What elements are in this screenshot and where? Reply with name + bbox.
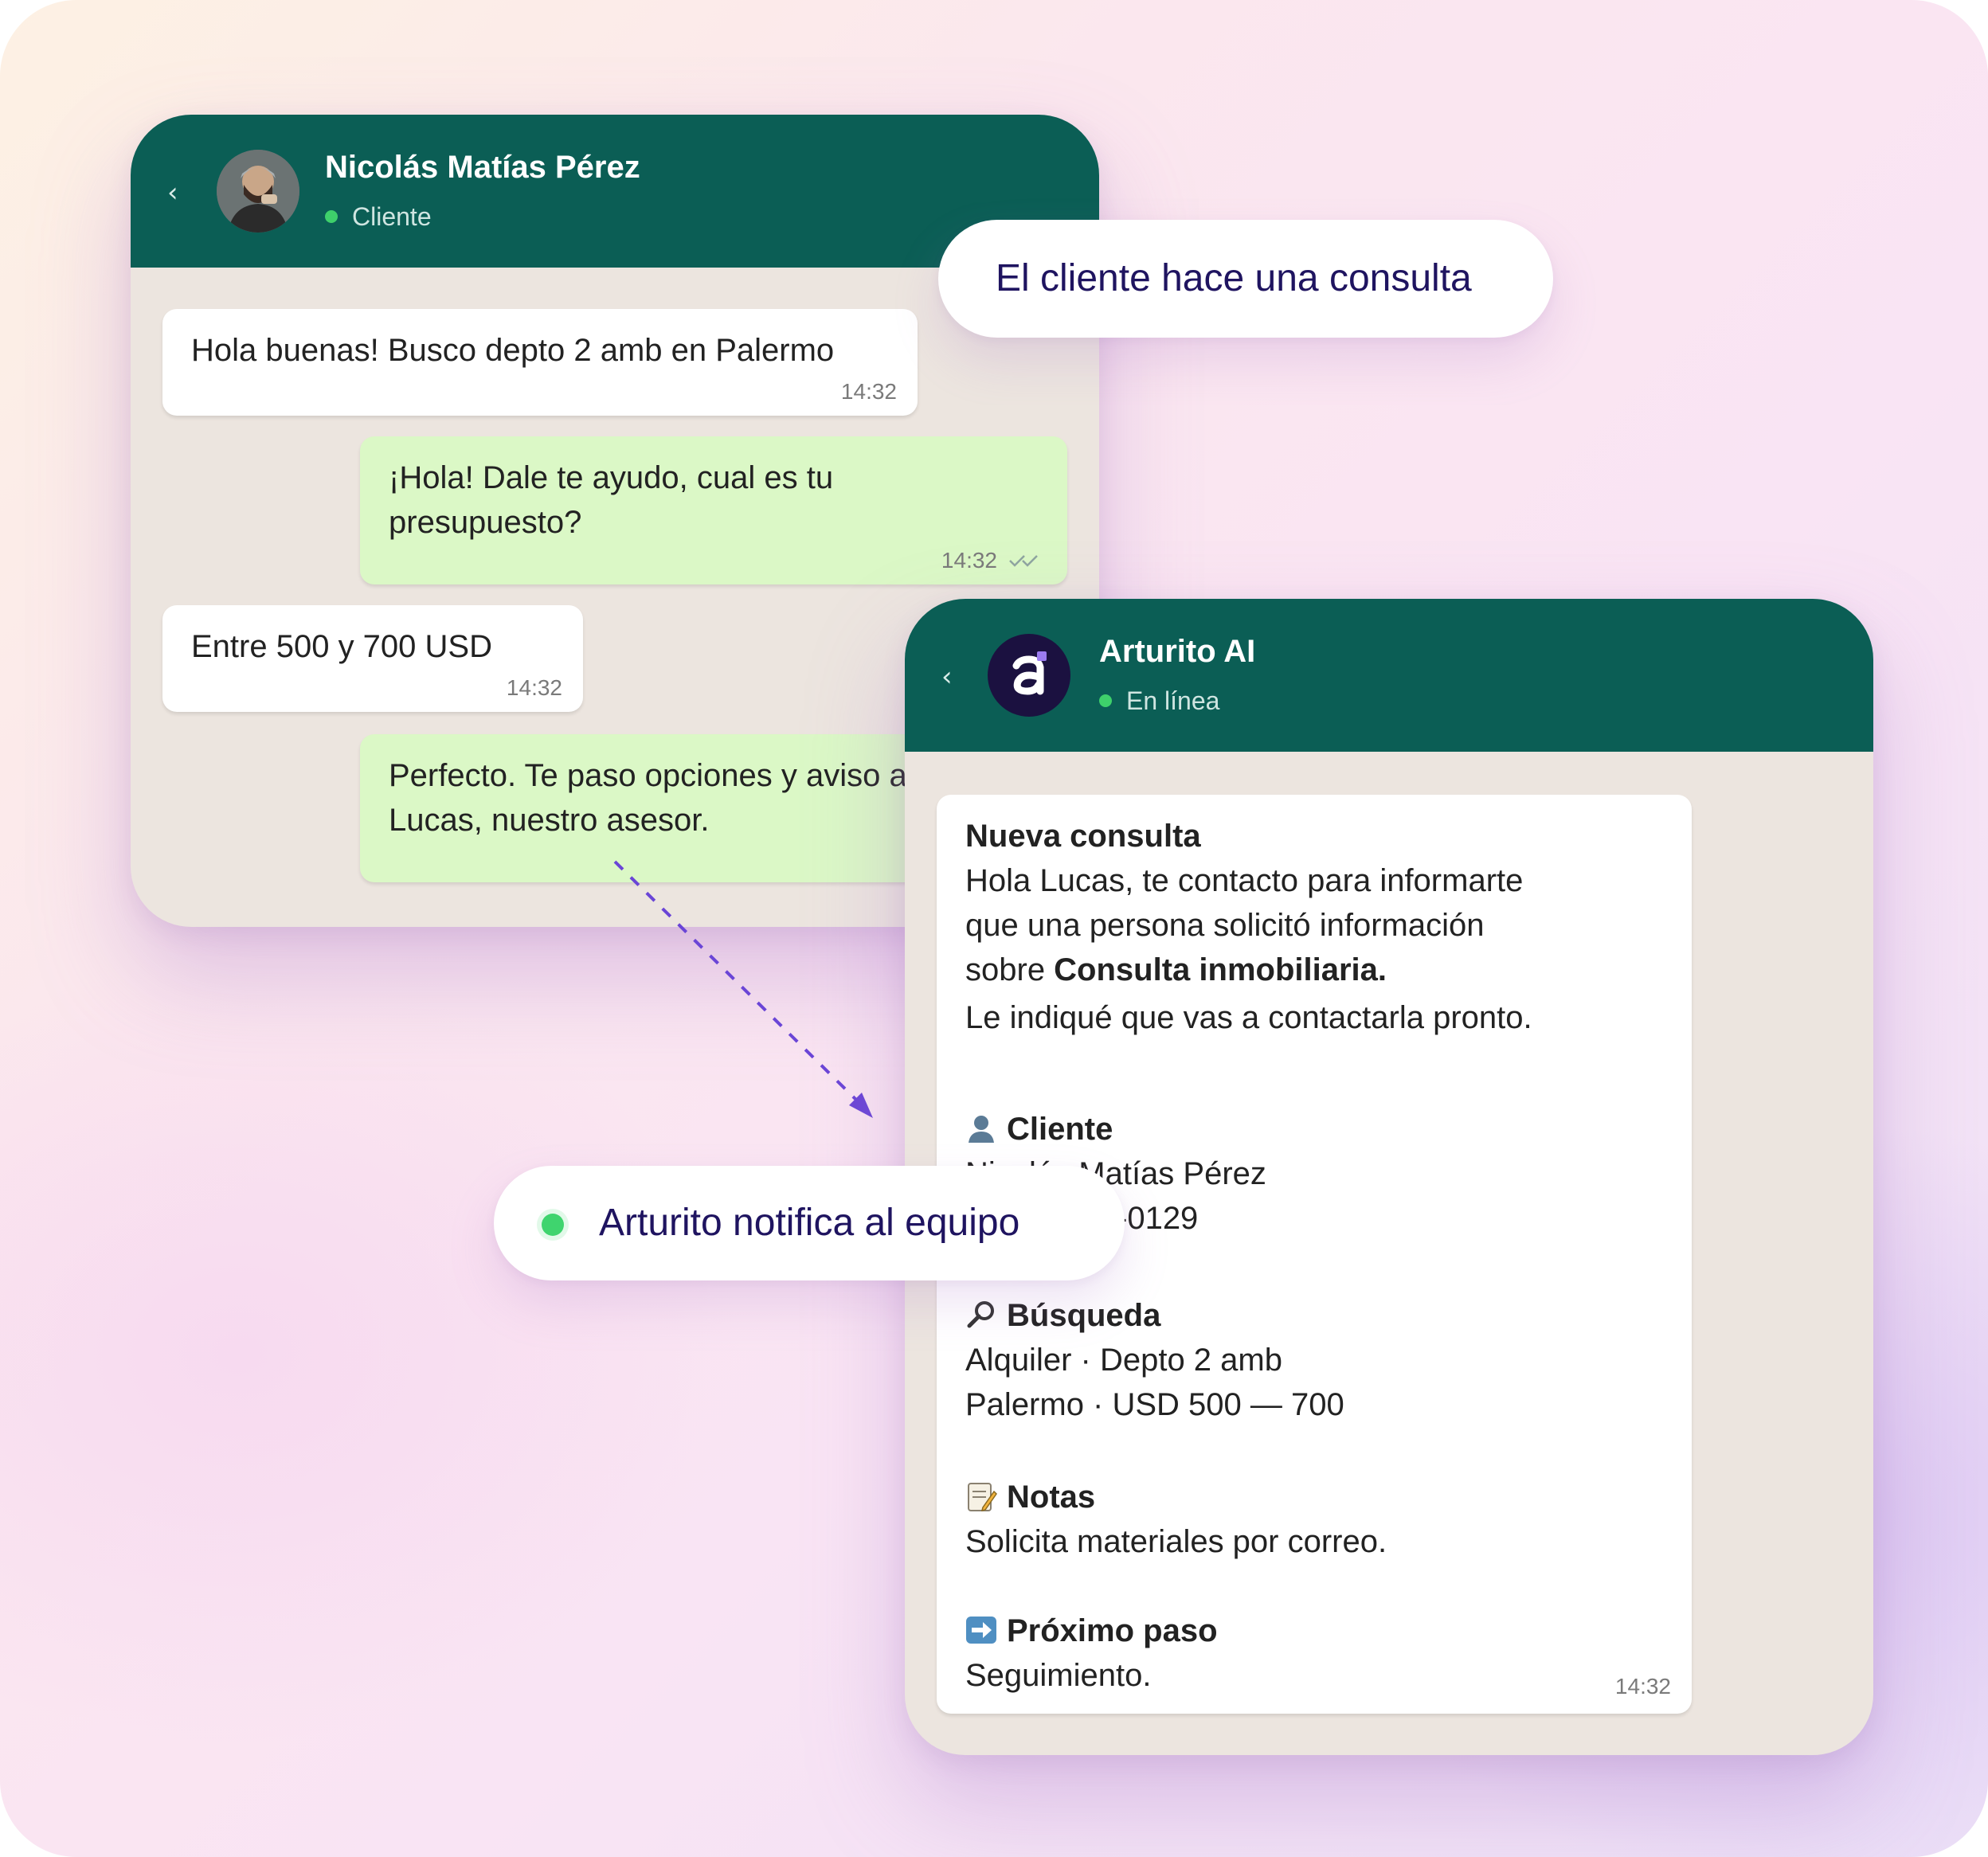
search-detail: Palermo · USD 500 — 700 xyxy=(965,1387,1344,1422)
notification-intro: Hola Lucas, te contacto para informarte xyxy=(965,863,1524,898)
status-dot-icon xyxy=(542,1214,564,1236)
message-time: 14:32 xyxy=(941,548,997,573)
client-section-heading: Cliente xyxy=(965,1107,1113,1151)
bot-status: En línea xyxy=(1099,685,1219,717)
message-incoming[interactable]: Entre 500 y 700 USD 14:32 xyxy=(162,605,583,712)
client-status: Cliente xyxy=(325,201,432,233)
message-text-line: Perfecto. Te paso opciones y aviso a xyxy=(389,758,907,793)
search-detail: Alquiler · Depto 2 amb xyxy=(965,1343,1282,1378)
bot-chat-header: ‹ Arturito AI En línea xyxy=(905,599,1873,752)
arturito-logo-icon xyxy=(1012,651,1047,695)
person-icon xyxy=(969,1116,994,1143)
background-canvas: ‹ Nicolás Matías Pérez Cliente Hola buen… xyxy=(0,0,1988,1857)
memo-icon xyxy=(968,1483,997,1512)
notes-text: Solicita materiales por correo. xyxy=(965,1524,1387,1559)
message-text: Hola buenas! Busco depto 2 amb en Palerm… xyxy=(191,333,835,368)
right-arrow-icon xyxy=(966,1617,996,1644)
bot-contact-name: Arturito AI xyxy=(1099,634,1256,669)
double-check-icon xyxy=(1009,555,1038,567)
client-query-text: El cliente hace una consulta xyxy=(996,257,1472,299)
online-dot-icon xyxy=(325,210,338,223)
message-text-line: presupuesto? xyxy=(389,505,582,540)
arturito-logo[interactable] xyxy=(988,634,1070,717)
next-step-text: Seguimiento. xyxy=(965,1658,1152,1693)
client-contact-name: Nicolás Matías Pérez xyxy=(325,150,640,185)
message-time: 14:32 xyxy=(840,379,897,404)
message-text: Entre 500 y 700 USD xyxy=(191,629,492,664)
inquiry-type: Consulta inmobiliaria. xyxy=(1054,952,1387,987)
online-dot-icon xyxy=(1099,694,1112,707)
message-incoming[interactable]: Hola buenas! Busco depto 2 amb en Palerm… xyxy=(162,309,918,416)
client-status-label: Cliente xyxy=(352,201,432,231)
message-outgoing[interactable]: ¡Hola! Dale te ayudo, cual es tu presupu… xyxy=(360,436,1067,584)
search-section-heading: Búsqueda xyxy=(965,1293,1160,1338)
team-notify-text: Arturito notifica al equipo xyxy=(599,1202,1020,1244)
notification-title: Nueva consulta xyxy=(965,819,1201,854)
message-text-line: Lucas, nuestro asesor. xyxy=(389,803,710,838)
notification-intro: que una persona solicitó información xyxy=(965,908,1485,943)
client-phone: -0129 xyxy=(1117,1201,1199,1236)
notes-section-heading: Notas xyxy=(965,1475,1095,1519)
next-step-section-heading: Próximo paso xyxy=(965,1609,1218,1653)
notification-intro: sobre Consulta inmobiliaria. xyxy=(965,952,1387,987)
back-chevron-icon[interactable]: ‹ xyxy=(167,177,186,209)
notification-intro: Le indiqué que vas a contactarla pronto. xyxy=(965,1000,1532,1035)
bot-status-label: En línea xyxy=(1126,686,1220,715)
flow-arrow-icon xyxy=(613,860,873,1118)
message-text-line: ¡Hola! Dale te ayudo, cual es tu xyxy=(389,460,834,495)
client-query-label: El cliente hace una consulta xyxy=(938,220,1553,338)
team-notify-label: Arturito notifica al equipo xyxy=(494,1166,1125,1280)
message-time: 14:32 xyxy=(506,675,562,700)
magnifier-icon xyxy=(967,1301,994,1328)
back-chevron-icon[interactable]: ‹ xyxy=(941,661,961,693)
message-time: 14:32 xyxy=(1614,1674,1671,1699)
client-avatar[interactable] xyxy=(217,150,299,233)
